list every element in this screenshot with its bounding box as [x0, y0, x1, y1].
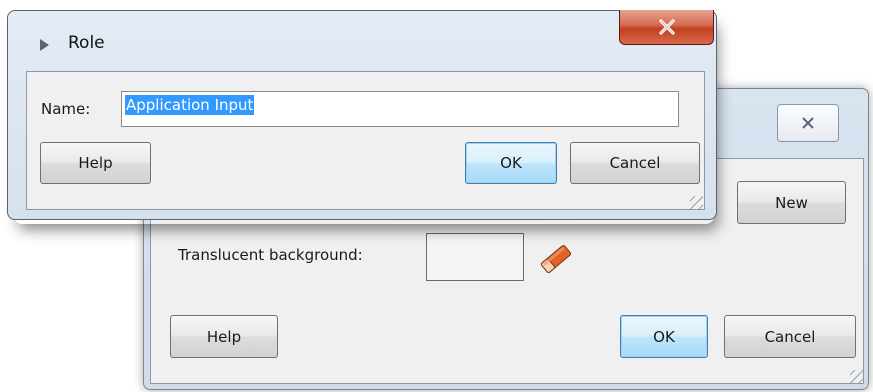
close-icon	[802, 117, 814, 129]
name-input[interactable]: Application Input	[121, 91, 679, 127]
role-ok-button[interactable]: OK	[465, 142, 557, 184]
close-icon	[658, 19, 675, 35]
name-label: Name:	[41, 100, 91, 118]
role-help-button[interactable]: Help	[40, 142, 151, 184]
triangle-right-icon	[40, 37, 49, 55]
new-button[interactable]: New	[737, 181, 846, 224]
role-dialog-close-button[interactable]	[619, 10, 714, 45]
back-dialog-close-button[interactable]	[777, 104, 839, 142]
back-cancel-button[interactable]: Cancel	[724, 315, 856, 358]
translucent-background-swatch[interactable]	[426, 233, 524, 281]
role-cancel-button[interactable]: Cancel	[570, 142, 700, 184]
back-ok-button[interactable]: OK	[620, 315, 708, 358]
name-input-value: Application Input	[125, 95, 255, 115]
back-resize-grip[interactable]	[850, 370, 863, 383]
back-help-button[interactable]: Help	[170, 315, 278, 358]
translucent-background-label: Translucent background:	[178, 246, 363, 264]
role-resize-grip[interactable]	[690, 196, 703, 209]
eraser-icon[interactable]	[537, 242, 575, 280]
role-dialog-title: Role	[68, 33, 105, 53]
